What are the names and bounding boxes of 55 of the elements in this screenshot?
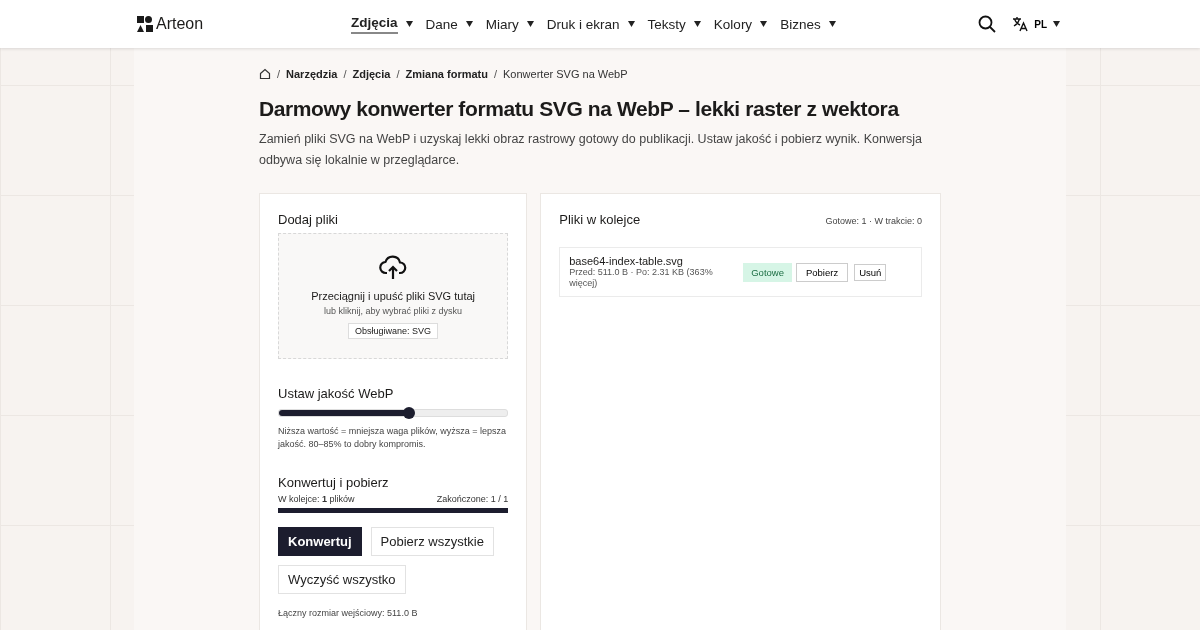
nav-menu[interactable]: Druk i ekran xyxy=(546,10,635,38)
download-button[interactable]: Pobierz xyxy=(795,262,849,282)
breadcrumb-link[interactable]: Zdjęcia xyxy=(352,68,391,80)
page-title: Darmowy konwerter formatu SVG na WebP – lekki raster z wektora xyxy=(259,97,901,121)
nav-menu[interactable]: Miary xyxy=(485,10,534,38)
caret-icon xyxy=(526,21,534,27)
breadcrumb-link[interactable]: Zmiana formatu xyxy=(405,68,488,80)
breadcrumb-separator: / xyxy=(343,68,347,80)
completed-count: Zakończone: 1 / 1 xyxy=(436,494,509,504)
translate-icon xyxy=(1012,16,1029,32)
breadcrumb-separator: / xyxy=(493,68,498,80)
logo[interactable]: Arteon xyxy=(137,15,327,33)
queue-summary: Gotowe: 1 · W trakcie: 0 xyxy=(825,216,922,226)
drop-hint: lub kliknij, aby wybrać pliki z dysku xyxy=(324,305,463,316)
supported-format-tag: Obsługiwane: SVG xyxy=(348,322,439,339)
logo-text: Arteon xyxy=(156,15,204,33)
section-heading: Ustaw jakość WebP xyxy=(278,386,395,401)
drop-title: Przeciągnij i upuść pliki SVG tutaj xyxy=(311,289,476,302)
caret-icon xyxy=(828,21,836,27)
file-name: base64-index-table.svg xyxy=(569,255,684,267)
status-badge: Gotowe xyxy=(743,262,792,282)
remove-button[interactable]: Usuń xyxy=(854,263,887,281)
caret-icon xyxy=(693,21,701,27)
caret-icon xyxy=(760,21,768,27)
logo-icon xyxy=(137,16,153,32)
nav-menu[interactable]: Teksty xyxy=(647,10,701,38)
intro-text: Zamień pliki SVG na WebP i uzyskaj lekki obraz rastrowy gotowy do publikacji. Ustaw jakość i pobierz wynik. Konwersja odbywa się lokalnie w przeglądarce. xyxy=(259,131,923,169)
language-menu[interactable]: PL xyxy=(1012,16,1060,32)
home-icon[interactable] xyxy=(259,68,271,80)
nav-menu[interactable]: Kolory xyxy=(713,10,768,38)
caret-icon xyxy=(1053,21,1060,27)
section-heading: Konwertuj i pobierz xyxy=(278,475,390,490)
caret-icon xyxy=(627,21,635,27)
drop-zone[interactable]: Przeciągnij i upuść pliki SVG tutaj lub kliknij, aby wybrać pliki z dysku Obsługiwane: SVG xyxy=(278,233,509,359)
file-details: Przed: 511.0 B · Po: 2.31 KB (363% więcej) xyxy=(569,267,714,289)
nav-menu[interactable]: Biznes xyxy=(780,10,836,38)
breadcrumb-link[interactable]: Narzędzia xyxy=(286,68,338,80)
action-button[interactable]: Wyczyść wszystko xyxy=(278,565,406,594)
quality-hint: Niższa wartość = mniejsza waga plików, wyższa = lepsza jakość. 80–85% to dobry kompromis. xyxy=(278,425,508,451)
convert-button[interactable]: Konwertuj xyxy=(278,527,362,556)
quality-slider[interactable] xyxy=(278,407,509,419)
cloud-upload-icon xyxy=(379,253,408,280)
queue-count: W kolejce: 1 plików xyxy=(278,494,355,504)
nav-menu[interactable]: Dane xyxy=(425,10,473,38)
caret-icon xyxy=(405,21,413,27)
total-size-text: Łączny rozmiar wejściowy: 511.0 B xyxy=(278,608,419,618)
breadcrumb-separator: / xyxy=(277,68,281,80)
breadcrumb-separator: / xyxy=(396,68,400,80)
nav-menu[interactable]: Zdjęcia xyxy=(351,10,413,38)
action-button[interactable]: Pobierz wszystkie xyxy=(370,527,494,556)
section-heading: Dodaj pliki xyxy=(278,212,339,227)
caret-icon xyxy=(465,21,473,27)
breadcrumb-current: Konwerter SVG na WebP xyxy=(503,68,628,80)
section-heading: Pliki w kolejce xyxy=(559,212,641,227)
search-icon[interactable] xyxy=(978,15,997,33)
